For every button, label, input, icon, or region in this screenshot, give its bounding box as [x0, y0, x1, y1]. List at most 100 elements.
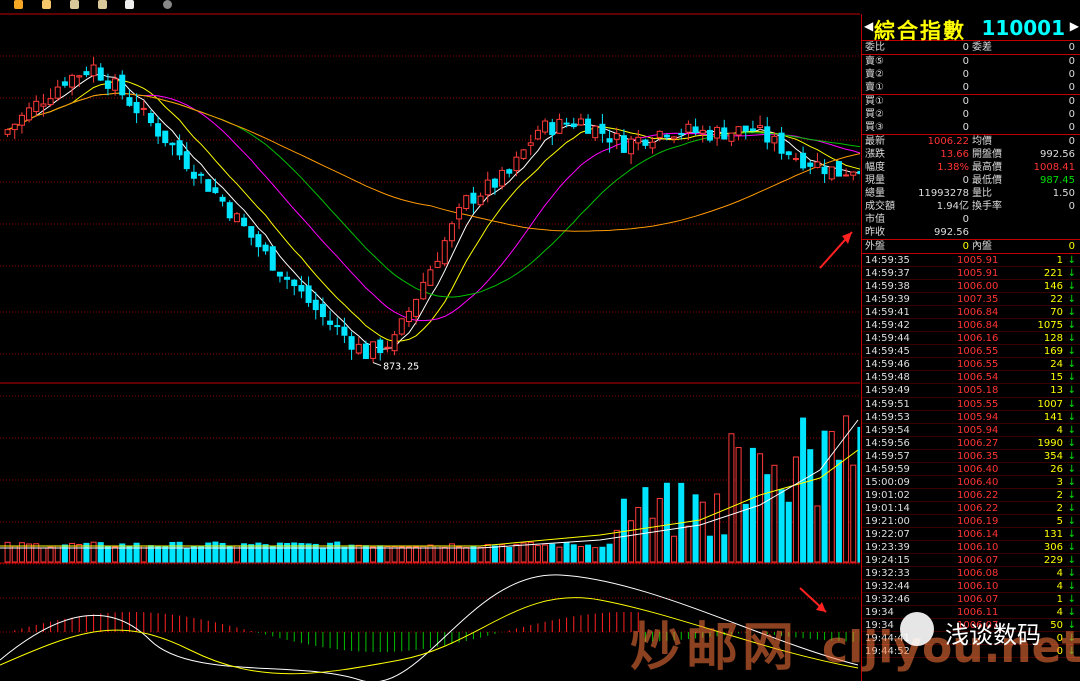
- outer-inner-row: 外盤 0 內盤 0: [862, 239, 1080, 254]
- candle-body: [241, 217, 248, 227]
- tick-down-arrow-icon: ↓: [1067, 542, 1076, 554]
- candle-body: [420, 281, 427, 300]
- toolbar-icon-1[interactable]: [14, 0, 23, 9]
- inner-value: 0: [1068, 241, 1075, 252]
- candle-body: [706, 129, 713, 141]
- volume-bar: [248, 544, 255, 563]
- tick-list[interactable]: 14:59:35 1005.91 1 ↓ 14:59:37 1005.91 221 ↓ 14:5…: [862, 254, 1080, 659]
- tick-row: 14:59:56 1006.27 1990 ↓: [862, 437, 1080, 450]
- volume-bar: [742, 503, 749, 563]
- tick-down-arrow-icon: ↓: [1067, 437, 1076, 449]
- volume-bar: [33, 543, 40, 563]
- volume-bar: [319, 547, 326, 563]
- tick-down-arrow-icon: ↓: [1067, 268, 1076, 280]
- stats-value2: 0: [1068, 201, 1075, 212]
- candle-body: [735, 126, 742, 136]
- order_book-row: 買① 0 0: [862, 94, 1080, 108]
- candle-body: [814, 161, 821, 168]
- quote-panel: ◀ 綜合指數 110001 ▶ 委比 0 委差 0 賣⑤ 0 0 賣② 0 0 賣① 0 0 買① 0 0 買②…: [861, 14, 1080, 681]
- toolbar-icon-4[interactable]: [98, 0, 107, 9]
- tick-time: 19:01:02: [865, 489, 910, 501]
- stats-label2: 最高價: [972, 162, 1002, 173]
- candle-body: [284, 276, 291, 280]
- tick-volume: 70: [1050, 307, 1063, 319]
- volume-bar: [126, 545, 133, 563]
- prev-arrow-icon[interactable]: ◀: [864, 19, 873, 33]
- candle-body: [276, 271, 283, 277]
- toolbar-gear-icon[interactable]: [163, 0, 172, 9]
- order_book-row: 賣② 0 0: [862, 68, 1080, 81]
- tick-price: 1006.40: [957, 463, 999, 475]
- stats-row: 最新 1006.22 均價 0: [862, 135, 1080, 148]
- volume-bar: [370, 546, 377, 563]
- tick-down-arrow-icon: ↓: [1067, 502, 1076, 514]
- stats-label2: 換手率: [972, 201, 1002, 212]
- tick-price: 1005.94: [957, 424, 999, 436]
- candle-body: [427, 269, 434, 286]
- ma-line-10: [7, 79, 860, 343]
- toolbar-icon-5[interactable]: [125, 0, 134, 9]
- volume-bar: [155, 546, 162, 563]
- volume-bar: [592, 547, 599, 563]
- tick-time: 19:22:07: [865, 528, 910, 540]
- tick-down-arrow-icon: ↓: [1067, 398, 1076, 410]
- tick-volume: 22: [1050, 294, 1063, 306]
- tick-row: 19:34 1006.07 50 ↓: [862, 619, 1080, 633]
- tick-price: 1005.55: [957, 398, 999, 410]
- tick-time: 19:34: [865, 607, 894, 619]
- volume-bar: [628, 520, 635, 563]
- tick-price: 1006.07: [957, 594, 999, 606]
- toolbar-icon-3[interactable]: [70, 0, 79, 9]
- candle-body: [484, 179, 491, 196]
- candle-body: [362, 343, 369, 360]
- order_book-value: 0: [962, 96, 969, 107]
- tick-price: 1006.54: [957, 372, 999, 384]
- candle-body: [635, 136, 642, 144]
- volume-bar: [606, 543, 613, 563]
- tick-row: 14:59:49 1005.18 13 ↓: [862, 384, 1080, 398]
- tick-row: 19:01:14 1006.22 2 ↓: [862, 502, 1080, 515]
- tick-volume: 4: [1056, 568, 1063, 580]
- tick-row: 19:34 1006.11 4 ↓: [862, 606, 1080, 620]
- kline-chart-area[interactable]: 873.25: [0, 0, 860, 681]
- tick-price: 1006.55: [957, 359, 999, 371]
- volume-bar: [26, 543, 33, 563]
- tick-down-arrow-icon: ↓: [1067, 594, 1076, 606]
- tick-down-arrow-icon: ↓: [1067, 568, 1076, 580]
- volume-bar: [807, 449, 814, 563]
- tick-price: 1006.22: [957, 502, 999, 514]
- tick-down-arrow-icon: ↓: [1067, 463, 1076, 475]
- order_book-value2: 0: [1068, 42, 1075, 53]
- candle-body: [463, 195, 470, 209]
- volume-bar: [599, 546, 606, 563]
- tick-volume: 146: [1043, 281, 1063, 293]
- stats-label: 成交額: [865, 201, 895, 212]
- volume-bar: [714, 493, 721, 563]
- candle-body: [391, 334, 398, 352]
- tick-time: 14:59:49: [865, 385, 910, 397]
- candle-body: [549, 122, 556, 136]
- tick-price: 1006.16: [957, 333, 999, 345]
- stats-value: 13.66: [940, 149, 969, 160]
- volume-bar: [176, 541, 183, 563]
- kline-chart-svg[interactable]: 873.25: [0, 0, 860, 681]
- volume-bar: [706, 535, 713, 563]
- tick-down-arrow-icon: ↓: [1067, 255, 1076, 266]
- order_book-row: 委比 0 委差 0: [862, 41, 1080, 54]
- candle-body: [355, 343, 362, 354]
- toolbar-icon-2[interactable]: [42, 0, 51, 9]
- tick-time: 14:59:35: [865, 255, 910, 266]
- next-arrow-icon[interactable]: ▶: [1070, 19, 1079, 33]
- tick-volume: 0: [1056, 633, 1063, 645]
- quote-title-row: ◀ 綜合指數 110001 ▶: [862, 14, 1080, 43]
- candle-body: [348, 336, 355, 350]
- tick-time: 14:59:38: [865, 281, 910, 293]
- volume-bar: [312, 543, 319, 563]
- inner-label: 內盤: [972, 241, 992, 252]
- candle-body: [585, 118, 592, 134]
- candle-body: [255, 234, 262, 248]
- stats-value2: 0: [1068, 136, 1075, 147]
- stats-value: 992.56: [934, 227, 969, 238]
- macd-dea-line: [0, 597, 859, 675]
- tick-price: 1006.07: [957, 555, 999, 567]
